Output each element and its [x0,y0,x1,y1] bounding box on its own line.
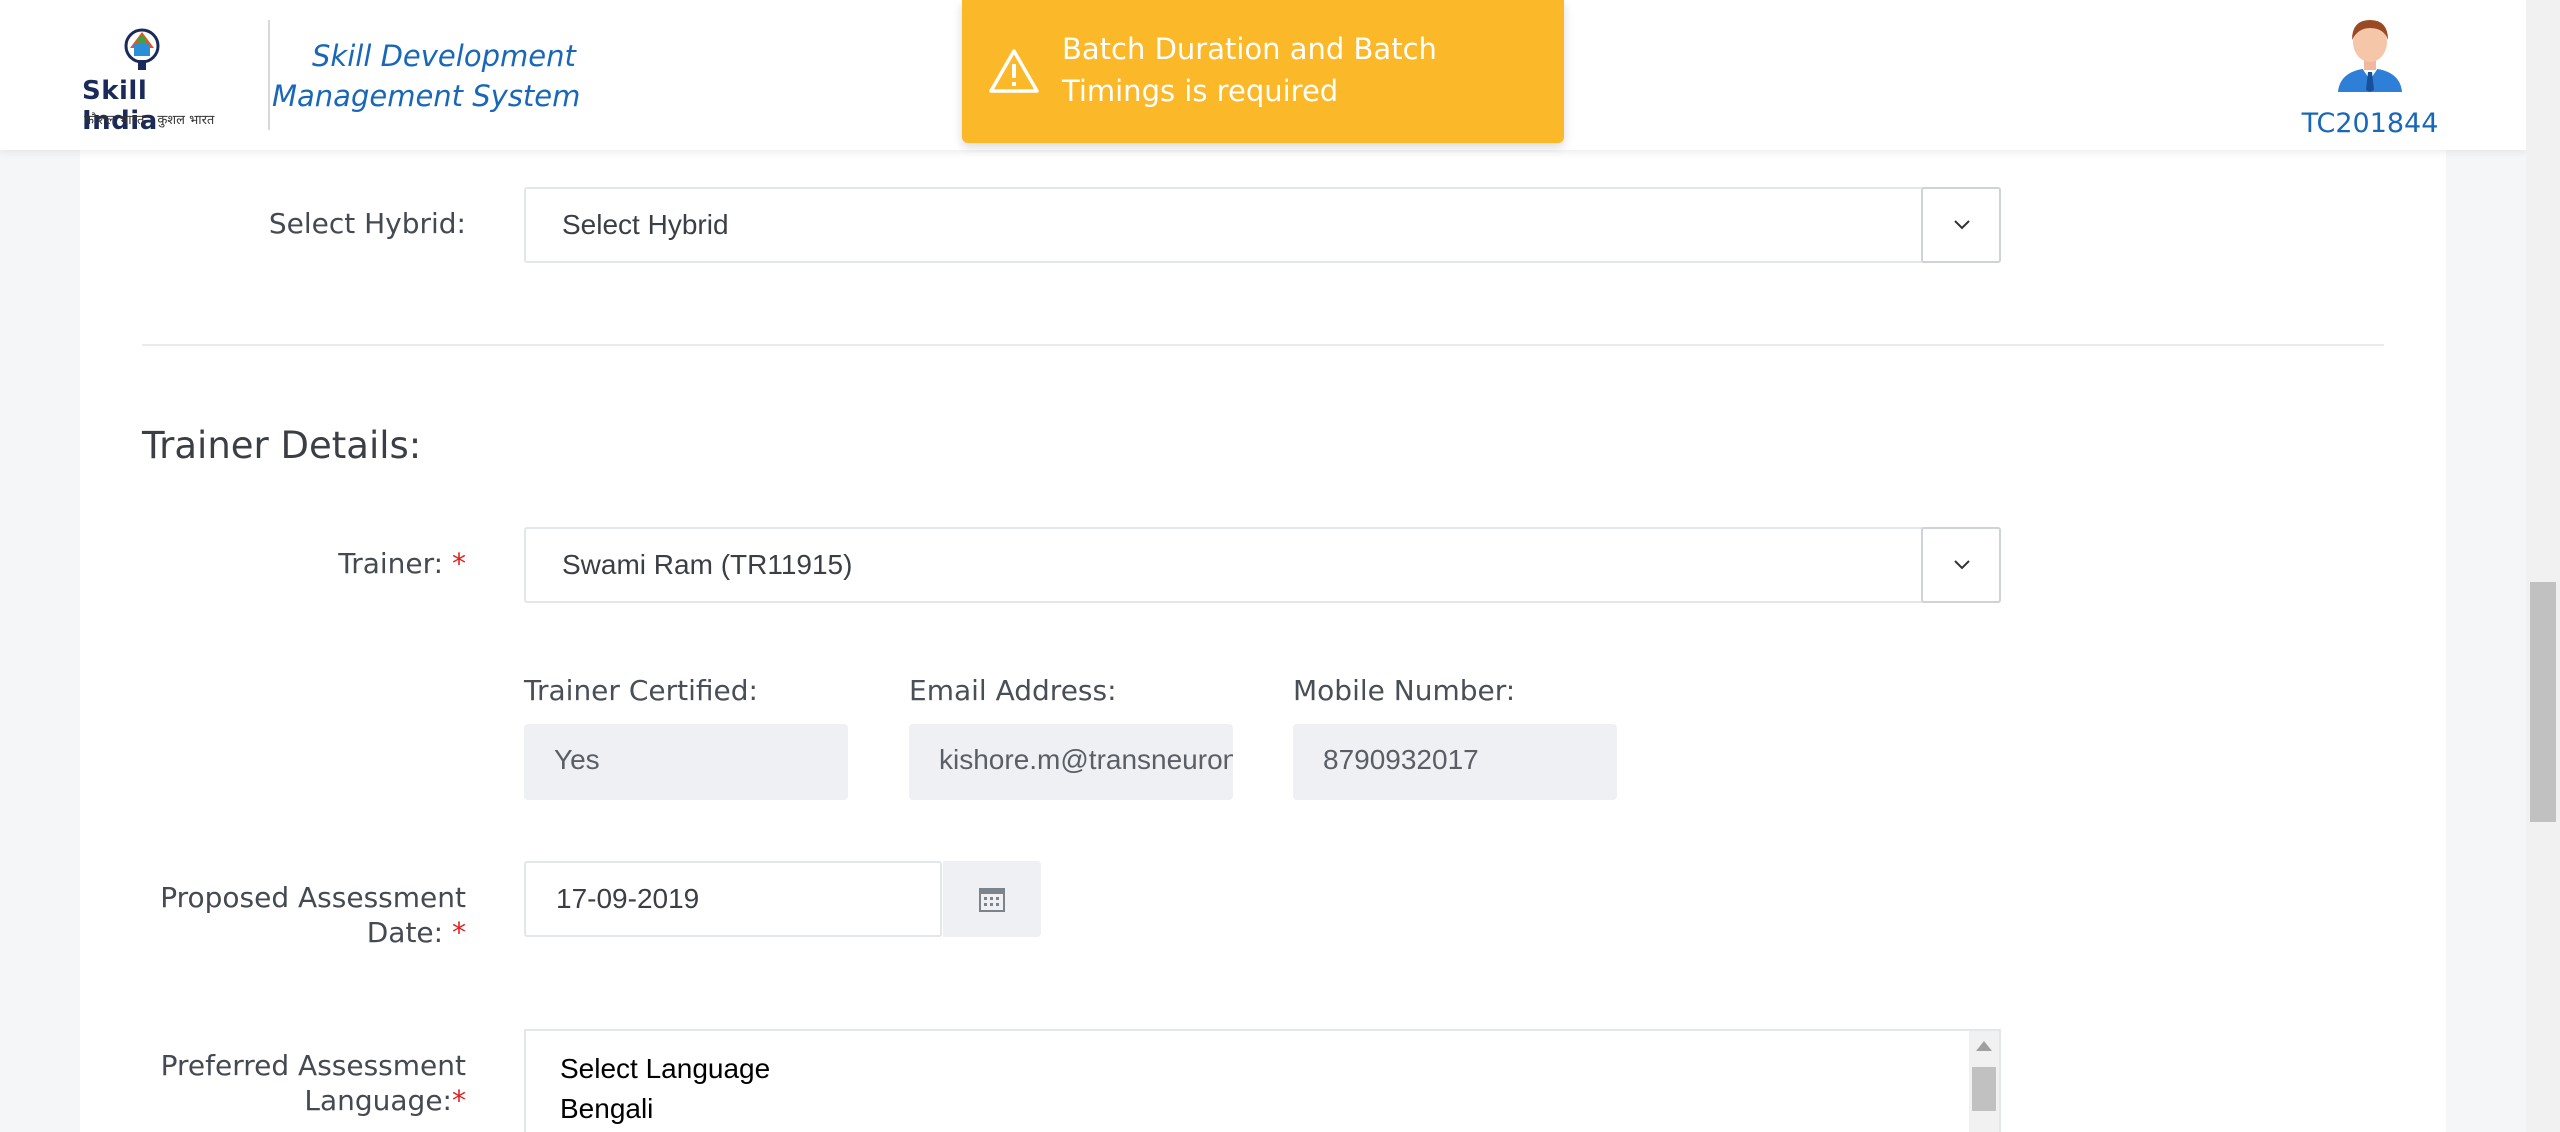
mobile-value: 8790932017 [1323,744,1479,775]
assessment-date-input[interactable]: 17-09-2019 [524,861,942,937]
mobile-field: 8790932017 [1293,724,1617,800]
listbox-scrollbar[interactable] [1969,1031,1999,1132]
page-scrollbar[interactable] [2526,0,2560,1132]
required-mark: * [452,547,466,580]
hybrid-select[interactable]: Select Hybrid [524,187,2001,263]
chevron-down-icon [1954,220,1970,230]
trainer-certified-value: Yes [554,744,600,775]
trainer-select[interactable]: Swami Ram (TR11915) [524,527,2001,603]
required-mark: * [452,1084,466,1117]
logo-tagline: कौशल भारत - कुशल भारत [84,113,215,128]
listbox-scroll-thumb[interactable] [1972,1067,1996,1111]
warning-icon [989,49,1039,93]
language-option[interactable]: Bengali [560,1093,653,1125]
hybrid-dropdown-button[interactable] [1921,187,2001,263]
assessment-date-value: 17-09-2019 [556,883,700,914]
scroll-up-arrow-icon[interactable] [1976,1041,1992,1051]
trainer-label: Trainer: * [200,546,466,581]
required-mark: * [452,916,466,949]
trainer-certified-label: Trainer Certified: [524,674,758,707]
trainer-certified-field: Yes [524,724,848,800]
email-label: Email Address: [909,674,1117,707]
assessment-language-listbox[interactable]: Select Language Bengali [524,1029,2001,1132]
email-field: kishore.m@transneuron.com [909,724,1233,800]
user-id: TC201844 [2301,108,2439,139]
assessment-language-label-line2: Language:* [304,1084,466,1117]
user-profile[interactable]: TC201844 [2290,12,2450,142]
header-divider [268,20,270,130]
trainer-dropdown-button[interactable] [1921,527,2001,603]
hybrid-label: Select Hybrid: [268,207,466,240]
warning-toast[interactable]: Batch Duration and Batch Timings is requ… [962,0,1564,143]
page-scroll-thumb[interactable] [2530,582,2556,822]
skill-india-emblem-icon [124,28,160,70]
assessment-date-label: Proposed Assessment Date: * [120,880,466,950]
trainer-select-value: Swami Ram (TR11915) [562,549,853,580]
toast-message: Batch Duration and Batch Timings is requ… [1062,32,1437,108]
assessment-date-label-line1: Proposed Assessment [160,881,466,914]
section-divider [142,344,2384,346]
section-title-trainer-details: Trainer Details: [142,424,422,467]
mobile-label: Mobile Number: [1293,674,1516,707]
app-title: Skill Development Management System [272,39,581,113]
language-option[interactable]: Select Language [560,1053,770,1085]
assessment-language-label-line1: Preferred Assessment [160,1049,466,1082]
email-value: kishore.m@transneuron.com [939,744,1233,775]
assessment-date-label-line2: Date: * [366,916,466,949]
calendar-icon [979,888,1005,912]
form-card [80,150,2446,1132]
skill-india-logo[interactable]: Skill India कौशल भारत - कुशल भारत [70,20,220,136]
chevron-down-icon [1954,560,1970,570]
calendar-button[interactable] [943,861,1041,937]
trainer-label-text: Trainer: [338,547,444,580]
assessment-language-label: Preferred Assessment Language:* [120,1048,466,1118]
user-avatar-icon [2338,20,2402,92]
hybrid-select-value: Select Hybrid [562,209,729,240]
